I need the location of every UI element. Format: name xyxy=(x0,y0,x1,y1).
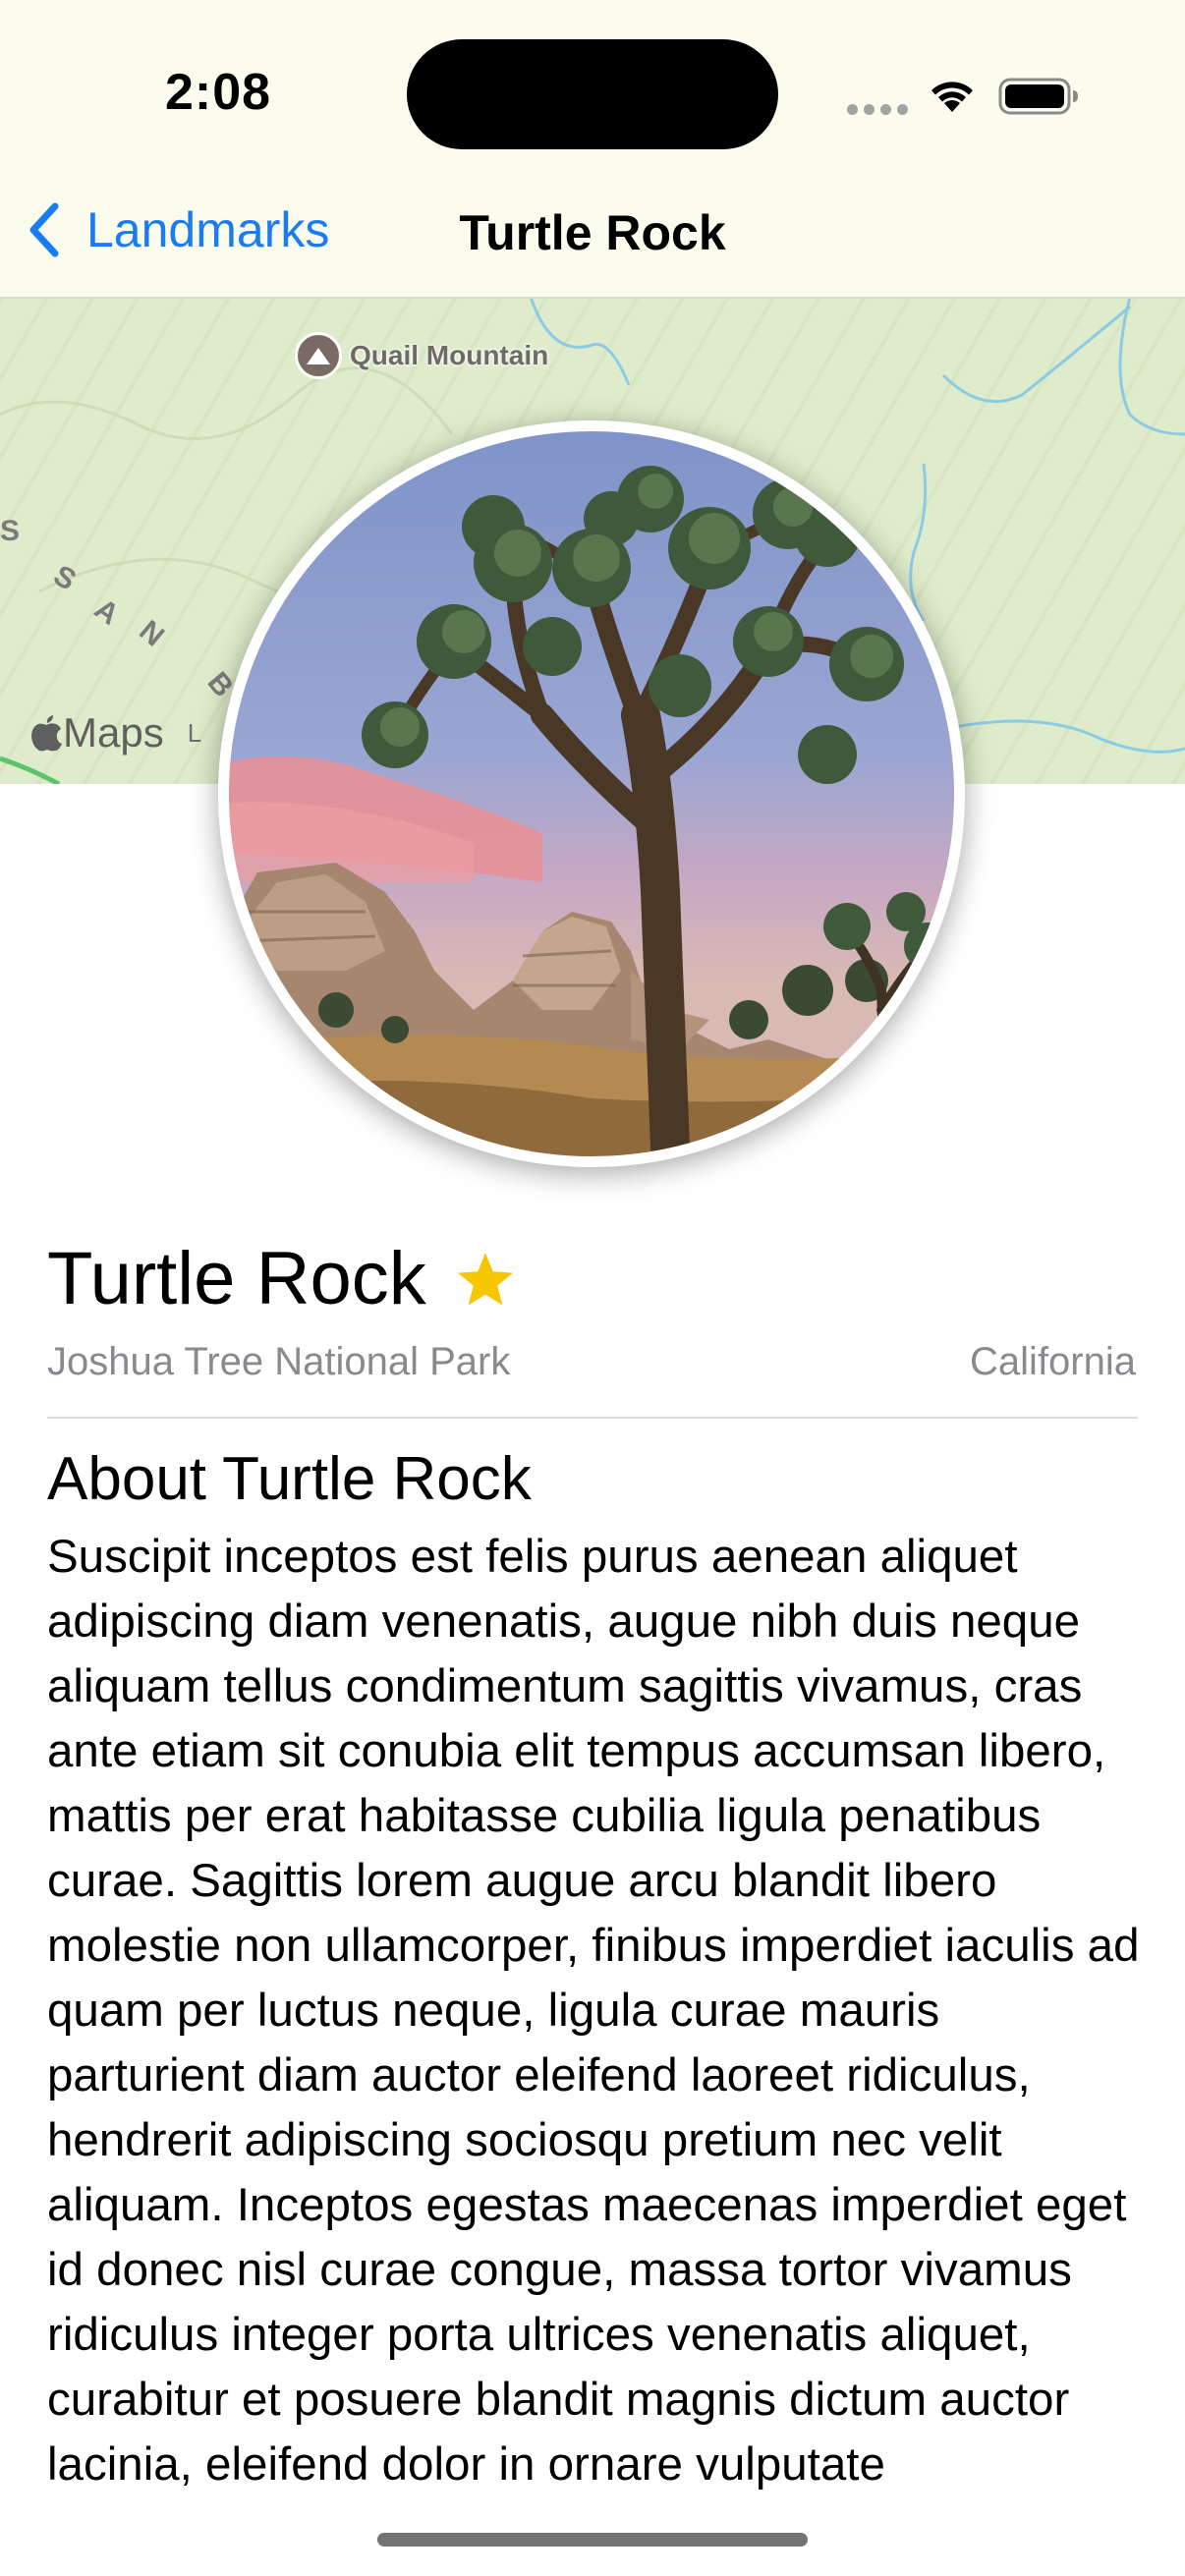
star-icon[interactable] xyxy=(456,1251,515,1308)
landmark-description: Suscipit inceptos est felis purus aenean… xyxy=(47,1531,1140,2491)
battery-icon xyxy=(998,78,1078,115)
about-heading: About Turtle Rock xyxy=(47,1445,532,1513)
map-legal-link[interactable]: L xyxy=(188,718,201,749)
map-poi-quail-mountain[interactable]: Quail Mountain xyxy=(295,332,548,379)
park-name: Joshua Tree National Park xyxy=(47,1340,511,1383)
maps-attribution[interactable]: Maps L xyxy=(29,709,201,756)
status-time: 2:08 xyxy=(165,64,272,121)
nav-title: Turtle Rock xyxy=(459,205,726,260)
divider xyxy=(47,1417,1138,1419)
apple-icon xyxy=(31,715,62,752)
navigation-bar: 2:08 Landmarks Turtle Rock xyxy=(0,0,1185,299)
cellular-signal-icon xyxy=(847,102,914,120)
map-poi-label: Quail Mountain xyxy=(350,340,549,370)
state-name: California xyxy=(970,1340,1136,1383)
landmark-photo xyxy=(218,420,965,1167)
landmark-title: Turtle Rock xyxy=(47,1236,515,1321)
dynamic-island xyxy=(407,39,778,149)
wifi-icon xyxy=(931,82,973,112)
map-range-letter: S xyxy=(0,515,20,547)
home-indicator[interactable] xyxy=(377,2533,808,2547)
landmark-name: Turtle Rock xyxy=(47,1237,426,1320)
maps-logo-text: Maps xyxy=(63,709,164,756)
mountain-icon xyxy=(295,332,342,379)
